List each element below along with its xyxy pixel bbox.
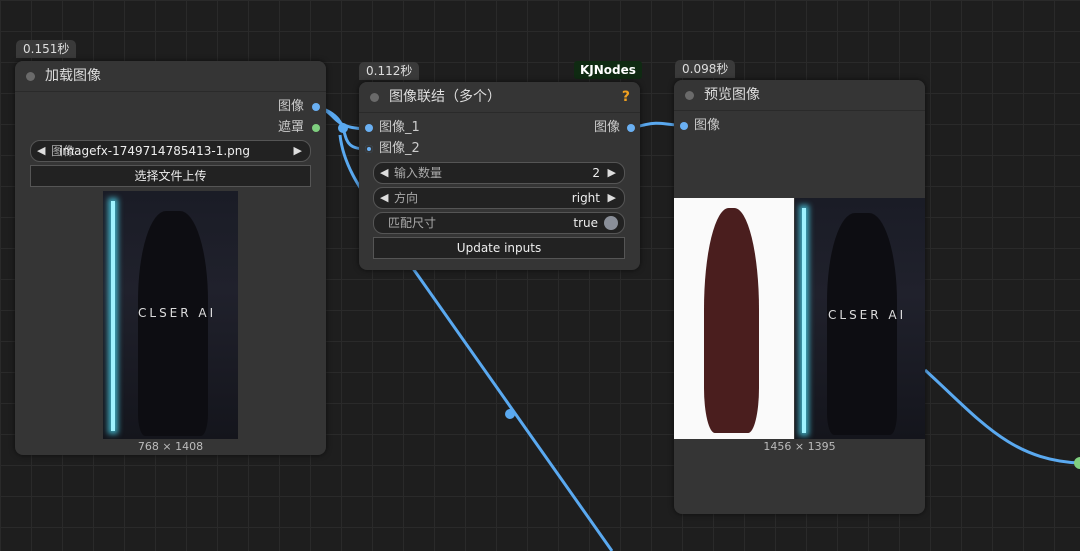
match-size-toggle[interactable]: 匹配尺寸 true [373, 212, 625, 234]
image-watermark: CLSER AI [138, 306, 217, 320]
model-figure [704, 208, 759, 433]
image-concat-node[interactable]: 图像联结（多个） ? 图像_1 图像_2 图像 ◀ 输入数量 2 ▶ ◀ 方向 … [359, 82, 640, 270]
widget-value: true [573, 216, 598, 230]
widget-value: right [571, 191, 600, 205]
widget-value: 2 [592, 166, 600, 180]
node-title: 加载图像 [45, 68, 101, 84]
prev-arrow-icon[interactable]: ◀ [380, 188, 388, 208]
timing-badge-preview: 0.098秒 [675, 60, 736, 78]
widget-label: 输入数量 [394, 166, 443, 180]
load-image-node[interactable]: 加载图像 图像 遮罩 ◀ 图像 imagefx-1749714785413-1.… [15, 61, 326, 455]
input-label: 图像 [694, 118, 721, 133]
image-size-label: 768 × 1408 [137, 440, 204, 453]
output-label: 图像 [593, 120, 620, 135]
widget-label: 匹配尺寸 [388, 216, 437, 230]
update-inputs-button[interactable]: Update inputs [373, 237, 625, 259]
node-title-bar[interactable]: 加载图像 [15, 61, 326, 92]
loaded-image-preview: CLSER AI [103, 191, 238, 439]
node-title-bar[interactable]: 预览图像 [674, 80, 925, 111]
decrement-arrow-icon[interactable]: ◀ [380, 163, 388, 183]
preview-image-node[interactable]: 预览图像 图像 CLSER AI 1456 × 1395 [674, 80, 925, 514]
input-label: 图像_2 [379, 141, 420, 156]
image-select-widget[interactable]: ◀ 图像 imagefx-1749714785413-1.png ▶ [30, 140, 311, 162]
wire-reroute-dot [338, 123, 348, 133]
input-port-image-2[interactable] [365, 145, 373, 153]
node-title: 图像联结（多个） [389, 89, 501, 105]
widget-label: 方向 [394, 191, 419, 205]
toggle-knob[interactable] [604, 216, 618, 230]
node-title: 预览图像 [704, 87, 760, 103]
output-mask[interactable]: 遮罩 [278, 118, 304, 138]
output-port-mask[interactable] [312, 124, 320, 132]
input-label: 图像_1 [379, 120, 420, 135]
preview-image-right: CLSER AI [795, 198, 925, 439]
help-icon[interactable]: ? [622, 82, 630, 112]
next-arrow-icon[interactable]: ▶ [608, 188, 616, 208]
node-collapse-dot[interactable] [370, 93, 379, 102]
output-image[interactable]: 图像 [594, 118, 620, 138]
input-image[interactable]: 图像 [694, 116, 720, 136]
output-image[interactable]: 图像 [278, 97, 304, 117]
input-image-1[interactable]: 图像_1 [379, 118, 420, 138]
timing-badge-load: 0.151秒 [16, 40, 77, 58]
node-collapse-dot[interactable] [26, 72, 35, 81]
upload-button[interactable]: 选择文件上传 [30, 165, 311, 187]
prev-arrow-icon[interactable]: ◀ [37, 141, 45, 161]
increment-arrow-icon[interactable]: ▶ [608, 163, 616, 183]
node-title-bar[interactable]: 图像联结（多个） ? [359, 82, 640, 113]
neon-light-bar [111, 201, 115, 431]
wire-reroute-dot [505, 409, 515, 419]
node-collapse-dot[interactable] [685, 91, 694, 100]
wire-preview-out [923, 368, 1080, 465]
preview-image-left [674, 198, 794, 439]
image-watermark: CLSER AI [828, 308, 907, 322]
output-label: 遮罩 [277, 120, 304, 135]
output-label: 图像 [277, 99, 304, 114]
image-size-label: 1456 × 1395 [763, 440, 836, 453]
timing-badge-concat: 0.112秒 [359, 62, 420, 80]
offscreen-node-port [1074, 457, 1080, 469]
next-arrow-icon[interactable]: ▶ [294, 141, 302, 161]
input-image-2[interactable]: 图像_2 [379, 139, 420, 159]
input-port-image-1[interactable] [365, 124, 373, 132]
portrait-figure [138, 211, 208, 436]
output-port-image[interactable] [627, 124, 635, 132]
portrait-figure [827, 213, 897, 435]
kjnodes-badge: KJNodes [574, 61, 642, 79]
direction-widget[interactable]: ◀ 方向 right ▶ [373, 187, 625, 209]
widget-value: imagefx-1749714785413-1.png [59, 144, 250, 158]
input-count-widget[interactable]: ◀ 输入数量 2 ▶ [373, 162, 625, 184]
neon-light-bar [802, 208, 806, 433]
output-port-image[interactable] [312, 103, 320, 111]
input-port-image[interactable] [680, 122, 688, 130]
